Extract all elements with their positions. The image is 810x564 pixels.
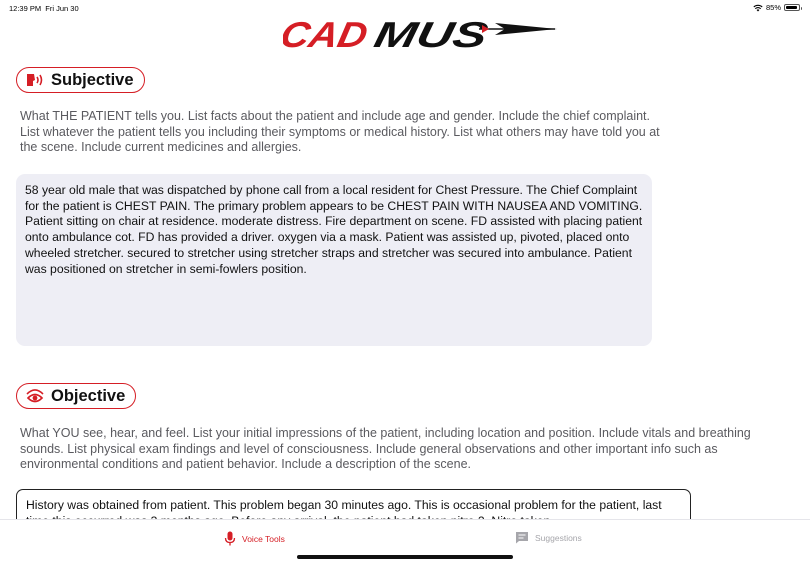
objective-instructions: What YOU see, hear, and feel. List your …: [20, 426, 751, 471]
status-right: 85%: [753, 3, 802, 12]
battery-icon: [784, 4, 802, 11]
wifi-icon: [753, 4, 763, 11]
microphone-icon: [224, 531, 236, 546]
eye-icon: [25, 387, 45, 405]
voice-tools-tab[interactable]: Voice Tools: [224, 531, 285, 546]
message-icon: [516, 532, 528, 544]
speaking-head-icon: [25, 71, 45, 89]
subjective-header: Subjective: [16, 67, 145, 93]
voice-tools-label: Voice Tools: [242, 533, 285, 544]
app-logo: CAD MUS: [277, 14, 563, 55]
battery-percent: 85%: [765, 3, 781, 12]
objective-title: Objective: [51, 386, 126, 405]
status-time: 12:39 PM: [9, 4, 42, 13]
cadmus-logo-image: CAD MUS: [277, 14, 557, 55]
subjective-title: Subjective: [51, 70, 134, 89]
bottom-toolbar: Voice Tools Suggestions: [0, 519, 810, 564]
objective-narrative: History was obtained from patient. This …: [26, 498, 662, 519]
objective-header: Objective: [16, 383, 137, 409]
objective-text-area[interactable]: History was obtained from patient. This …: [16, 489, 691, 519]
status-bar: 12:39 PM Fri Jun 30 85%: [0, 0, 810, 16]
home-indicator[interactable]: [297, 555, 513, 559]
status-datetime: 12:39 PM Fri Jun 30: [9, 4, 79, 13]
subjective-narrative: 58 year old male that was dispatched by …: [25, 183, 643, 276]
subjective-instructions: What THE PATIENT tells you. List facts a…: [20, 109, 660, 154]
suggestions-tab[interactable]: Suggestions: [515, 531, 582, 544]
suggestions-label: Suggestions: [535, 532, 582, 543]
svg-text:CAD: CAD: [283, 16, 371, 52]
status-date: Fri Jun 30: [45, 4, 79, 13]
subjective-text-area[interactable]: 58 year old male that was dispatched by …: [16, 174, 652, 346]
svg-text:MUS: MUS: [371, 16, 492, 52]
